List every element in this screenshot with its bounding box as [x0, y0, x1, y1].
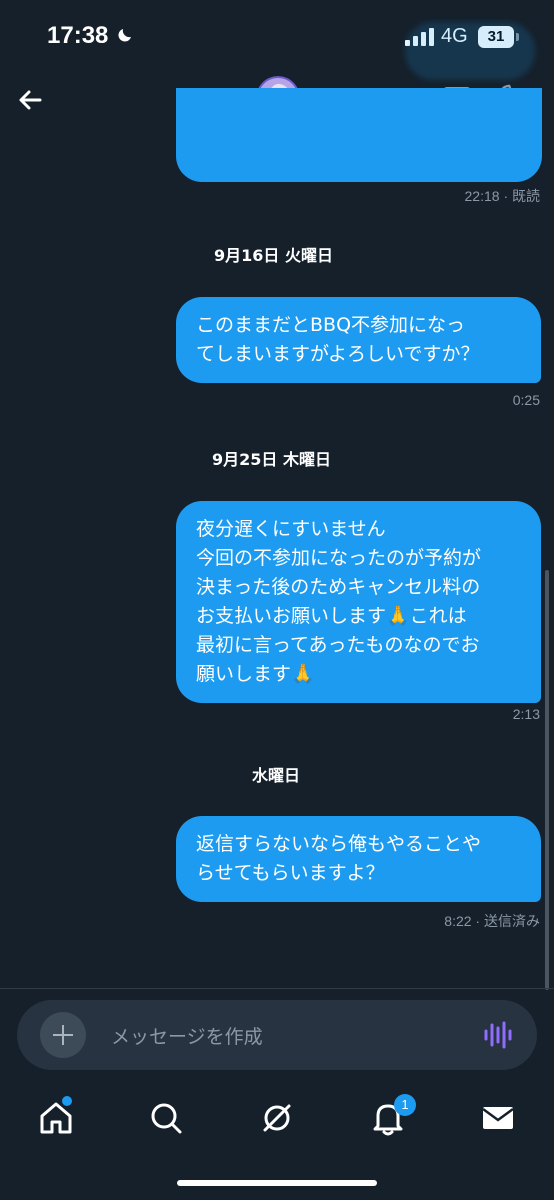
voice-message-icon[interactable] [483, 1020, 513, 1050]
notification-badge: 1 [394, 1094, 416, 1116]
message-line: 返信すらないなら俺もやることや [196, 833, 482, 855]
message-meta: 22:18 · 既読 [464, 188, 540, 204]
home-unread-dot [62, 1096, 72, 1106]
date-separator: 9月25日 木曜日 [212, 450, 331, 469]
message-meta: 0:25 [512, 392, 540, 408]
back-arrow-icon[interactable] [14, 84, 46, 116]
date-separator: 水曜日 [252, 766, 301, 785]
message-meta: 2:13 [512, 706, 540, 722]
message-meta: 8:22 · 送信済み [444, 913, 540, 929]
search-icon[interactable] [146, 1098, 186, 1138]
status-time: 17:38 [47, 22, 109, 49]
grok-icon[interactable] [257, 1098, 297, 1138]
message-composer: メッセージを作成 [17, 1000, 537, 1070]
bottom-tab-bar: 1 [0, 1090, 554, 1150]
previous-message-bubble[interactable] [176, 88, 542, 182]
message-bubble[interactable]: このままだとBBQ不参加になっ てしまいますがよろしいですか？ [176, 297, 541, 383]
message-bubble[interactable]: 返信すらないなら俺もやることや らせてもらいますよ？ [176, 816, 541, 902]
message-line: 願いします🙏 [196, 663, 315, 685]
message-line: らせてもらいますよ？ [196, 862, 385, 884]
moon-icon [118, 29, 131, 42]
divider [0, 988, 554, 989]
mail-icon[interactable] [478, 1098, 518, 1138]
message-bubble[interactable]: 夜分遅くにすいません 今回の不参加になったのが予約が 決まった後のためキャンセル… [176, 501, 541, 703]
add-attachment-button[interactable] [40, 1012, 86, 1058]
message-line: 夜分遅くにすいません [196, 518, 386, 540]
message-line: 最初に言ってあったものなのでお [196, 634, 480, 656]
home-indicator [177, 1180, 377, 1186]
message-input[interactable]: メッセージを作成 [111, 1022, 263, 1049]
message-line: てしまいますがよろしいですか？ [196, 343, 480, 365]
message-line: 決まった後のためキャンセル料の [196, 576, 481, 598]
scrollbar[interactable] [545, 570, 549, 990]
message-line: お支払いお願いします🙏これは [196, 605, 467, 627]
message-line: 今回の不参加になったのが予約が [196, 547, 482, 569]
message-line: このままだとBBQ不参加になっ [196, 314, 466, 336]
date-separator: 9月16日 火曜日 [214, 246, 333, 265]
